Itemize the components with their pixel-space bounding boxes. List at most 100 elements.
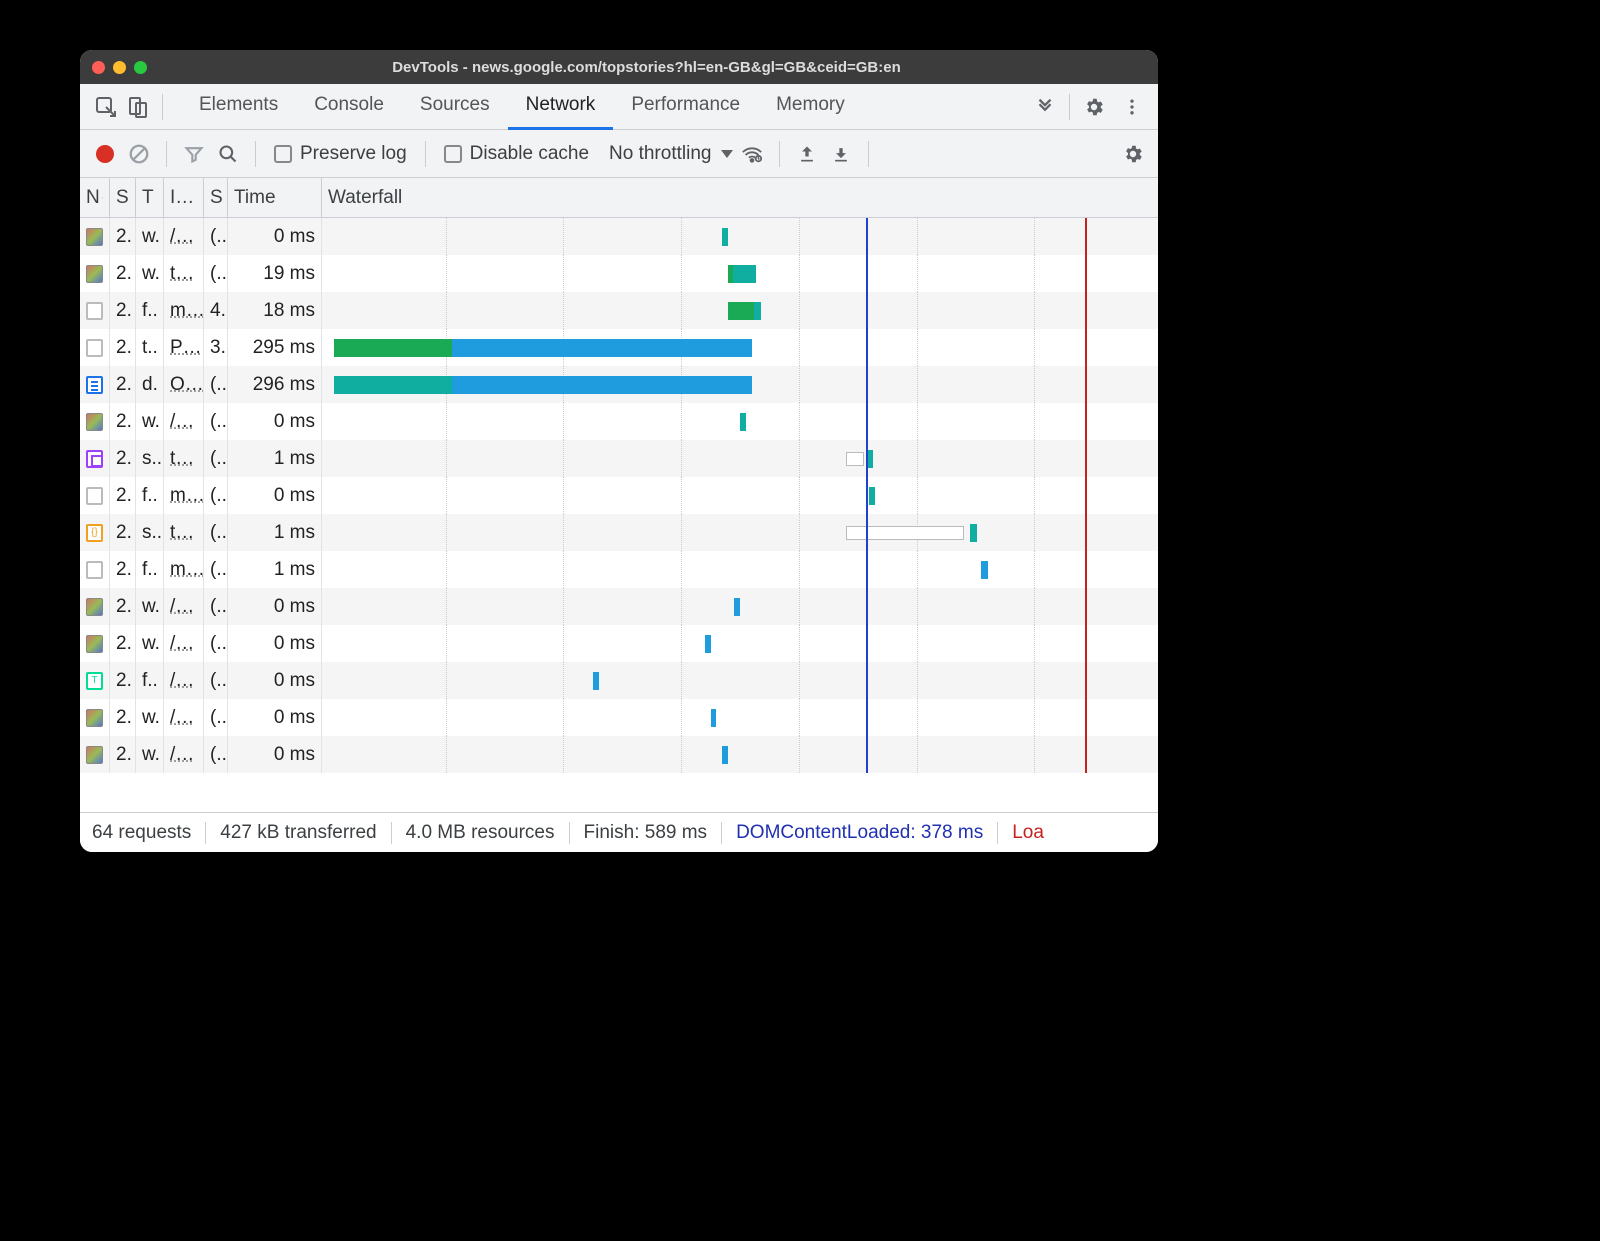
cell-time: 1 ms	[228, 440, 322, 477]
cell-time: 0 ms	[228, 699, 322, 736]
separator	[255, 141, 256, 167]
cell-size: 3.	[204, 329, 228, 366]
network-conditions-icon[interactable]	[737, 139, 767, 169]
col-time[interactable]: Time	[228, 178, 322, 217]
col-status[interactable]: S	[110, 178, 136, 217]
network-row[interactable]: 2.w./…(..0 ms	[80, 699, 1158, 736]
col-name[interactable]: N	[80, 178, 110, 217]
cell-type: w.	[136, 699, 164, 736]
cell-initiator[interactable]: /…	[164, 662, 204, 699]
col-waterfall[interactable]: Waterfall	[322, 178, 1158, 217]
network-row[interactable]: 2.f..m…(..0 ms	[80, 477, 1158, 514]
cell-waterfall	[322, 625, 1158, 662]
network-row[interactable]: 2.w./…(..0 ms	[80, 588, 1158, 625]
cell-size: (..	[204, 736, 228, 773]
cell-status: 2.	[110, 625, 136, 662]
window-controls	[92, 61, 147, 74]
inspect-element-icon[interactable]	[90, 91, 122, 123]
cell-initiator[interactable]: t…	[164, 440, 204, 477]
tab-performance[interactable]: Performance	[613, 84, 758, 130]
cell-status: 2.	[110, 588, 136, 625]
disable-cache-checkbox[interactable]: Disable cache	[444, 143, 589, 165]
status-finish: Finish: 589 ms	[584, 822, 708, 844]
cell-size: (..	[204, 588, 228, 625]
statusbar: 64 requests 427 kB transferred 4.0 MB re…	[80, 812, 1158, 852]
network-row[interactable]: T2.f../…(..0 ms	[80, 662, 1158, 699]
kebab-menu-icon[interactable]	[1116, 91, 1148, 123]
cell-time: 0 ms	[228, 736, 322, 773]
tab-sources[interactable]: Sources	[402, 84, 508, 130]
network-row[interactable]: 2.f..m…(..1 ms	[80, 551, 1158, 588]
minimize-window-button[interactable]	[113, 61, 126, 74]
network-row[interactable]: 2.w.t…(..19 ms	[80, 255, 1158, 292]
network-row[interactable]: 2.s..t…(..1 ms	[80, 514, 1158, 551]
cell-initiator[interactable]: m…	[164, 477, 204, 514]
network-row[interactable]: 2.t..P…3.295 ms	[80, 329, 1158, 366]
maximize-window-button[interactable]	[134, 61, 147, 74]
filter-icon[interactable]	[179, 139, 209, 169]
network-row[interactable]: 2.s..t…(..1 ms	[80, 440, 1158, 477]
cell-initiator[interactable]: m…	[164, 551, 204, 588]
throttling-select[interactable]: No throttling	[609, 143, 733, 165]
cell-initiator[interactable]: m…	[164, 292, 204, 329]
network-row[interactable]: 2.d.O…(..296 ms	[80, 366, 1158, 403]
col-size[interactable]: S	[204, 178, 228, 217]
network-row[interactable]: 2.w./…(..0 ms	[80, 736, 1158, 773]
cell-initiator[interactable]: /…	[164, 403, 204, 440]
record-button[interactable]	[90, 139, 120, 169]
tab-network[interactable]: Network	[508, 84, 614, 130]
cell-time: 19 ms	[228, 255, 322, 292]
clear-button[interactable]	[124, 139, 154, 169]
upload-har-icon[interactable]	[792, 139, 822, 169]
cell-type: f..	[136, 477, 164, 514]
separator	[162, 94, 163, 120]
col-initiator[interactable]: I…	[164, 178, 204, 217]
panel-tabstrip: ElementsConsoleSourcesNetworkPerformance…	[80, 84, 1158, 130]
network-table: N S T I… S Time Waterfall 2.w./…(..0 ms2…	[80, 178, 1158, 812]
network-settings-icon[interactable]	[1118, 139, 1148, 169]
status-load: Loa	[1012, 822, 1044, 844]
cell-waterfall	[322, 440, 1158, 477]
request-icon	[80, 366, 110, 403]
cell-type: w.	[136, 588, 164, 625]
cell-initiator[interactable]: /…	[164, 736, 204, 773]
cell-initiator[interactable]: /…	[164, 218, 204, 255]
cell-type: w.	[136, 736, 164, 773]
cell-status: 2.	[110, 329, 136, 366]
download-har-icon[interactable]	[826, 139, 856, 169]
cell-initiator[interactable]: /…	[164, 625, 204, 662]
tab-memory[interactable]: Memory	[758, 84, 863, 130]
cell-waterfall	[322, 329, 1158, 366]
search-icon[interactable]	[213, 139, 243, 169]
titlebar: DevTools - news.google.com/topstories?hl…	[80, 50, 1158, 84]
network-row[interactable]: 2.w./…(..0 ms	[80, 403, 1158, 440]
cell-initiator[interactable]: /…	[164, 699, 204, 736]
cell-time: 0 ms	[228, 625, 322, 662]
cell-type: d.	[136, 366, 164, 403]
device-toolbar-icon[interactable]	[122, 91, 154, 123]
cell-initiator[interactable]: P…	[164, 329, 204, 366]
tab-elements[interactable]: Elements	[181, 84, 296, 130]
network-row[interactable]: 2.w./…(..0 ms	[80, 625, 1158, 662]
tab-console[interactable]: Console	[296, 84, 402, 130]
close-window-button[interactable]	[92, 61, 105, 74]
network-row[interactable]: 2.f..m…4.18 ms	[80, 292, 1158, 329]
cell-initiator[interactable]: t…	[164, 514, 204, 551]
throttling-value: No throttling	[609, 143, 711, 165]
cell-type: f..	[136, 551, 164, 588]
settings-icon[interactable]	[1078, 91, 1110, 123]
panel-tabs: ElementsConsoleSourcesNetworkPerformance…	[181, 84, 1029, 130]
cell-waterfall	[322, 477, 1158, 514]
cell-initiator[interactable]: t…	[164, 255, 204, 292]
more-tabs-icon[interactable]	[1029, 91, 1061, 123]
preserve-log-checkbox[interactable]: Preserve log	[274, 143, 407, 165]
request-icon	[80, 440, 110, 477]
col-type[interactable]: T	[136, 178, 164, 217]
network-row[interactable]: 2.w./…(..0 ms	[80, 218, 1158, 255]
cell-initiator[interactable]: O…	[164, 366, 204, 403]
status-transferred: 427 kB transferred	[220, 822, 376, 844]
cell-initiator[interactable]: /…	[164, 588, 204, 625]
cell-status: 2.	[110, 292, 136, 329]
cell-status: 2.	[110, 736, 136, 773]
cell-waterfall	[322, 662, 1158, 699]
